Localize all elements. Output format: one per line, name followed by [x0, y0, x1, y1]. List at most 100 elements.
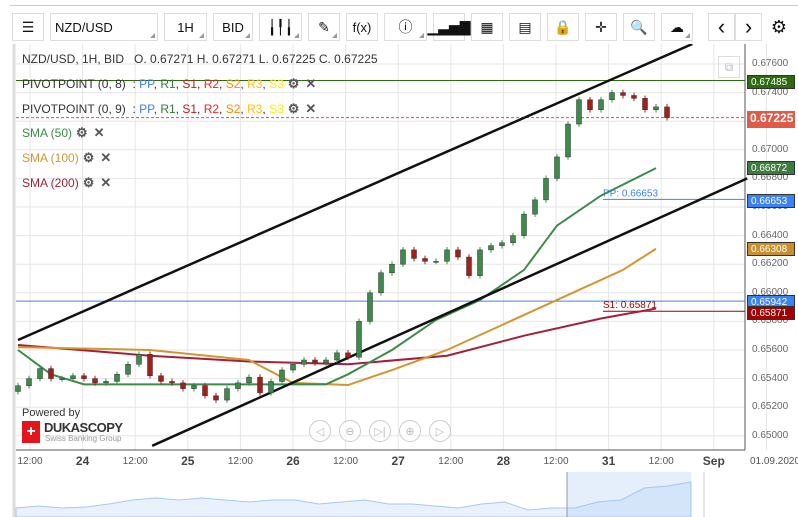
date-label: 01.09.2020 [749, 456, 798, 467]
pivot-level-s2: S2 [225, 77, 241, 91]
indicator-legend: PIVOTPOINT (0, 8) : PP, R1, S1, R2, S2, … [22, 76, 317, 92]
pivot-level-s3: S3 [269, 102, 284, 116]
candle [158, 375, 164, 382]
candle [356, 321, 362, 358]
draw-button[interactable]: ✎ [308, 13, 340, 41]
candle [323, 359, 329, 364]
candle [180, 382, 186, 389]
candle [268, 381, 274, 394]
candle [642, 98, 648, 111]
gear-icon[interactable]: ⚙ [288, 76, 300, 92]
candle [345, 352, 351, 358]
scroll-to-end-button[interactable]: ▷| [369, 420, 391, 442]
candle [334, 352, 340, 361]
close-icon[interactable]: ✕ [305, 101, 316, 117]
calendar-icon: ▦ [480, 18, 494, 35]
candle [191, 385, 197, 389]
close-icon[interactable]: ✕ [100, 150, 111, 166]
info-button[interactable]: ⓘ [384, 13, 427, 41]
scroll-left-button[interactable]: ◁ [309, 420, 331, 442]
y-tick-label: 0.67000 [752, 143, 789, 155]
candle [444, 249, 450, 262]
zoom-chart-button[interactable]: 🔍 [623, 13, 655, 41]
close-icon[interactable]: ✕ [94, 125, 105, 141]
candle [455, 249, 461, 258]
upload-button[interactable]: ☁ [661, 13, 693, 41]
candle [169, 381, 175, 384]
chart-type-icon: ╽╿╽ [267, 18, 294, 35]
candle [620, 92, 626, 96]
settings-button[interactable]: ⚙ [766, 13, 792, 41]
x-tick-label: 12:00 [17, 456, 43, 467]
next-button[interactable]: › [735, 13, 762, 41]
candle [565, 123, 571, 158]
next-icon: › [744, 14, 753, 39]
candle [81, 375, 87, 379]
dropdown-corner-icon [332, 33, 337, 38]
candle [136, 354, 142, 365]
dropdown-corner-icon [199, 33, 204, 38]
indicators-button[interactable]: f(x) [346, 13, 378, 41]
dropdown-corner-icon [150, 33, 155, 38]
crosshair-icon: ✛ [595, 18, 607, 35]
calendar-button[interactable]: ▦ [471, 13, 503, 41]
pivot-level-r2: R2 [203, 77, 220, 91]
indicator-legend: SMA (50) ⚙ ✕ [22, 125, 105, 141]
indicator-name: PIVOTPOINT (0, 8) [22, 77, 126, 91]
menu-icon: ☰ [21, 18, 35, 35]
gear-icon[interactable]: ⚙ [83, 150, 95, 166]
draw-icon: ✎ [318, 18, 330, 35]
candle [422, 258, 428, 262]
symbol-select[interactable]: NZD/USD [50, 13, 158, 41]
lock-button[interactable]: 🔒 [547, 13, 579, 41]
candle [466, 256, 472, 276]
price-label: 0.66308 [747, 242, 795, 256]
upload-icon: ☁ [670, 18, 684, 35]
prev-button[interactable]: ‹ [708, 13, 735, 41]
dropdown-corner-icon [294, 33, 299, 38]
candle [532, 199, 538, 215]
candle [488, 245, 494, 251]
pivot-level-s3: S3 [269, 77, 284, 91]
candle [202, 385, 208, 397]
zoom-in-button[interactable]: ⊕ [399, 420, 421, 442]
x-tick-label: 31 [601, 454, 616, 468]
x-tick-label: 12:00 [648, 456, 674, 467]
candle [114, 374, 120, 382]
popout-icon[interactable]: ⧉ [718, 56, 740, 78]
pivot-level-r3: R3 [247, 102, 263, 116]
candle [59, 378, 65, 380]
side-select[interactable]: BID [213, 13, 253, 41]
info-icon: ⓘ [398, 19, 413, 35]
y-tick-label: 0.65600 [752, 344, 789, 355]
gear-icon[interactable]: ⚙ [83, 175, 95, 191]
timeframe-select[interactable]: 1H [164, 13, 207, 41]
indicators-button-label: f(x) [352, 19, 372, 35]
close-icon[interactable]: ✕ [100, 175, 111, 191]
candle [543, 178, 549, 201]
close-icon[interactable]: ✕ [305, 76, 316, 92]
news-button[interactable]: ▤ [509, 13, 541, 41]
pivot-level-pp: PP [139, 77, 154, 91]
side-select-label: BID [222, 19, 244, 35]
zoom-out-button[interactable]: ⊖ [339, 420, 361, 442]
pivot-level-r1: R1 [160, 77, 176, 91]
scroll-right-button[interactable]: ▷ [429, 420, 451, 442]
dropdown-corner-icon [245, 33, 250, 38]
settings-icon: ⚙ [770, 16, 788, 37]
candle [70, 375, 76, 379]
candle [521, 213, 527, 236]
menu-icon[interactable]: ☰ [12, 13, 44, 41]
chart-type-button[interactable]: ╽╿╽ [259, 13, 302, 41]
gear-icon[interactable]: ⚙ [288, 101, 300, 117]
ohlc-title: NZD/USD, 1H, BID [22, 52, 125, 66]
gear-icon[interactable]: ⚙ [76, 125, 88, 141]
price-label: 0.66872 [747, 161, 795, 175]
candle [477, 249, 483, 276]
volume-button[interactable]: ▁▃▅▇ [427, 13, 471, 41]
indicator-legend: SMA (100) ⚙ ✕ [22, 150, 111, 166]
candle [598, 99, 604, 111]
candle [367, 292, 373, 322]
crosshair-button[interactable]: ✛ [585, 13, 617, 41]
pivot-level-r1: R1 [160, 102, 176, 116]
